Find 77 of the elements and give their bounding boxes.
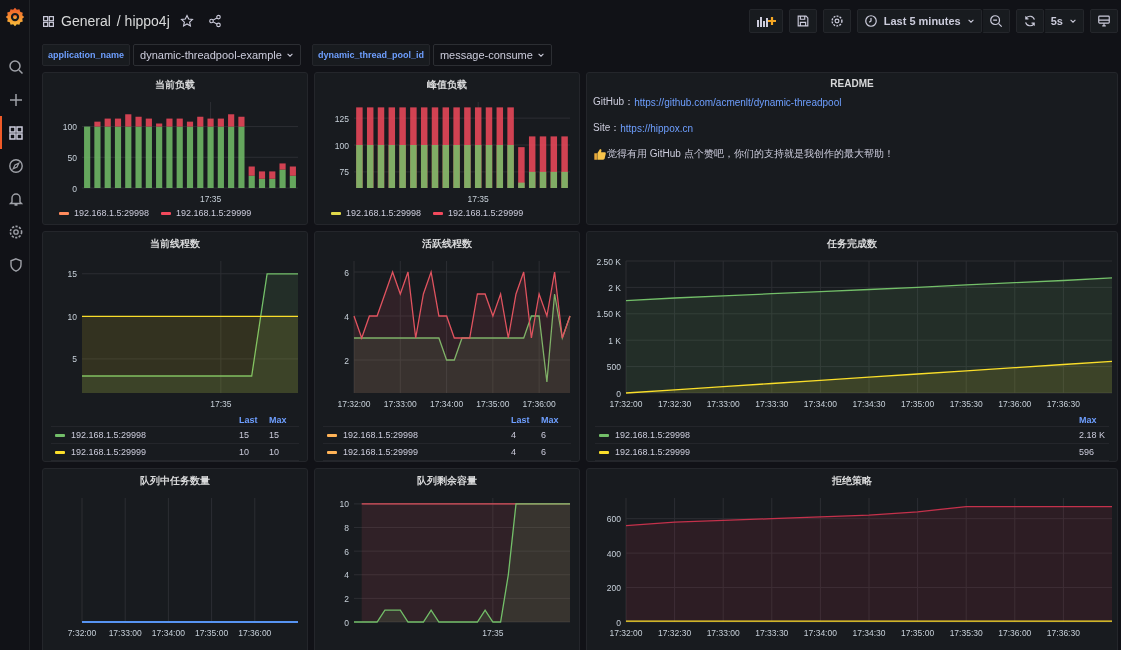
- axis-label: 100: [62, 122, 77, 133]
- axis-label: 0: [616, 388, 621, 399]
- axis-label: 17:35:00: [195, 628, 229, 638]
- readme-label: GitHub：: [593, 95, 635, 109]
- axis-label: 17:33:00: [706, 628, 740, 638]
- axis-label: 4: [344, 570, 349, 581]
- axis-label: 17:36:30: [1046, 399, 1080, 409]
- readme-text: 觉得有用 GitHub 点个赞吧，你们的支持就是我创作的最大帮助！: [607, 147, 894, 161]
- axis-label: 5: [72, 354, 77, 365]
- legend-value: 6: [541, 447, 547, 457]
- axis-label: 15: [67, 269, 77, 280]
- axis-label: 17:35:30: [949, 399, 983, 409]
- axis-label: 17:35:00: [476, 399, 510, 409]
- axis-label: 2: [344, 593, 349, 604]
- axis-label: 17:35:30: [949, 628, 983, 638]
- axis-label: 17:36:00: [998, 628, 1032, 638]
- legend-value: 10: [269, 447, 280, 457]
- axis-label: 0: [616, 617, 621, 628]
- axis-label: 17:33:00: [108, 628, 142, 638]
- axis-label: 4: [344, 311, 349, 322]
- axis-label: 10: [339, 499, 349, 510]
- axis-label: 17:36:30: [1046, 628, 1080, 638]
- axis-label: 1 K: [608, 335, 621, 346]
- axis-label: 17:34:00: [151, 628, 185, 638]
- axis-label: 17:36:00: [238, 628, 272, 638]
- axis-label: 17:34:30: [852, 399, 886, 409]
- axis-label: 2: [344, 355, 349, 366]
- axis-label: 17:36:00: [522, 399, 556, 409]
- axis-label: 17:34:00: [430, 399, 464, 409]
- variable-label: application_name: [42, 44, 131, 66]
- axis-label: 17:33:30: [755, 628, 789, 638]
- axis-label: 17:36:00: [998, 399, 1032, 409]
- axis-label: 17:34:00: [803, 628, 837, 638]
- axis-label: 75: [339, 167, 349, 178]
- variable-label: dynamic_thread_pool_id: [311, 44, 430, 66]
- legend-value: 2.18 K: [1079, 430, 1107, 440]
- axis-label: 7:32:00: [67, 628, 97, 638]
- axis-label: 17:35: [482, 628, 504, 638]
- axis-label: 17:35:00: [901, 399, 935, 409]
- axis-label: 17:32:30: [658, 628, 692, 638]
- axis-label: 17:32:00: [609, 628, 643, 638]
- axis-label: 0: [344, 617, 349, 628]
- legend-value: 596: [1079, 447, 1096, 457]
- axis-label: 17:35:00: [901, 628, 935, 638]
- axis-label: 100: [334, 140, 349, 151]
- legend-value: 6: [541, 430, 547, 440]
- axis-label: 17:35: [210, 399, 232, 409]
- legend-value: 10: [239, 447, 250, 457]
- readme-label: Site：: [593, 121, 621, 135]
- axis-label: 6: [344, 267, 349, 278]
- axis-label: 0: [72, 183, 77, 194]
- axis-label: 17:34:00: [803, 399, 837, 409]
- legend-value: 15: [239, 430, 250, 440]
- axis-label: 6: [344, 546, 349, 557]
- axis-label: 400: [606, 548, 621, 559]
- axis-label: 17:32:00: [337, 399, 371, 409]
- legend-value: 4: [511, 430, 517, 440]
- axis-label: 17:33:00: [383, 399, 417, 409]
- axis-label: 17:33:30: [755, 399, 789, 409]
- axis-label: 10: [67, 311, 77, 322]
- axis-label: 8: [344, 523, 349, 533]
- axis-label: 17:34:30: [852, 628, 886, 638]
- axis-label: 17:35: [199, 194, 222, 204]
- axis-label: 17:32:00: [609, 399, 643, 409]
- axis-label: 125: [334, 113, 349, 124]
- axis-label: 2.50 K: [596, 256, 621, 267]
- axis-label: 200: [606, 583, 621, 594]
- axis-label: 17:32:30: [658, 399, 692, 409]
- axis-label: 50: [67, 152, 77, 163]
- axis-label: 1.50 K: [596, 309, 621, 320]
- axis-label: 17:35: [467, 194, 489, 204]
- legend-value: 15: [269, 430, 280, 440]
- axis-label: 600: [606, 514, 621, 525]
- axis-label: 2 K: [608, 282, 621, 293]
- axis-label: 17:33:00: [706, 399, 740, 409]
- legend-value: 4: [511, 447, 517, 457]
- axis-label: 500: [606, 362, 621, 373]
